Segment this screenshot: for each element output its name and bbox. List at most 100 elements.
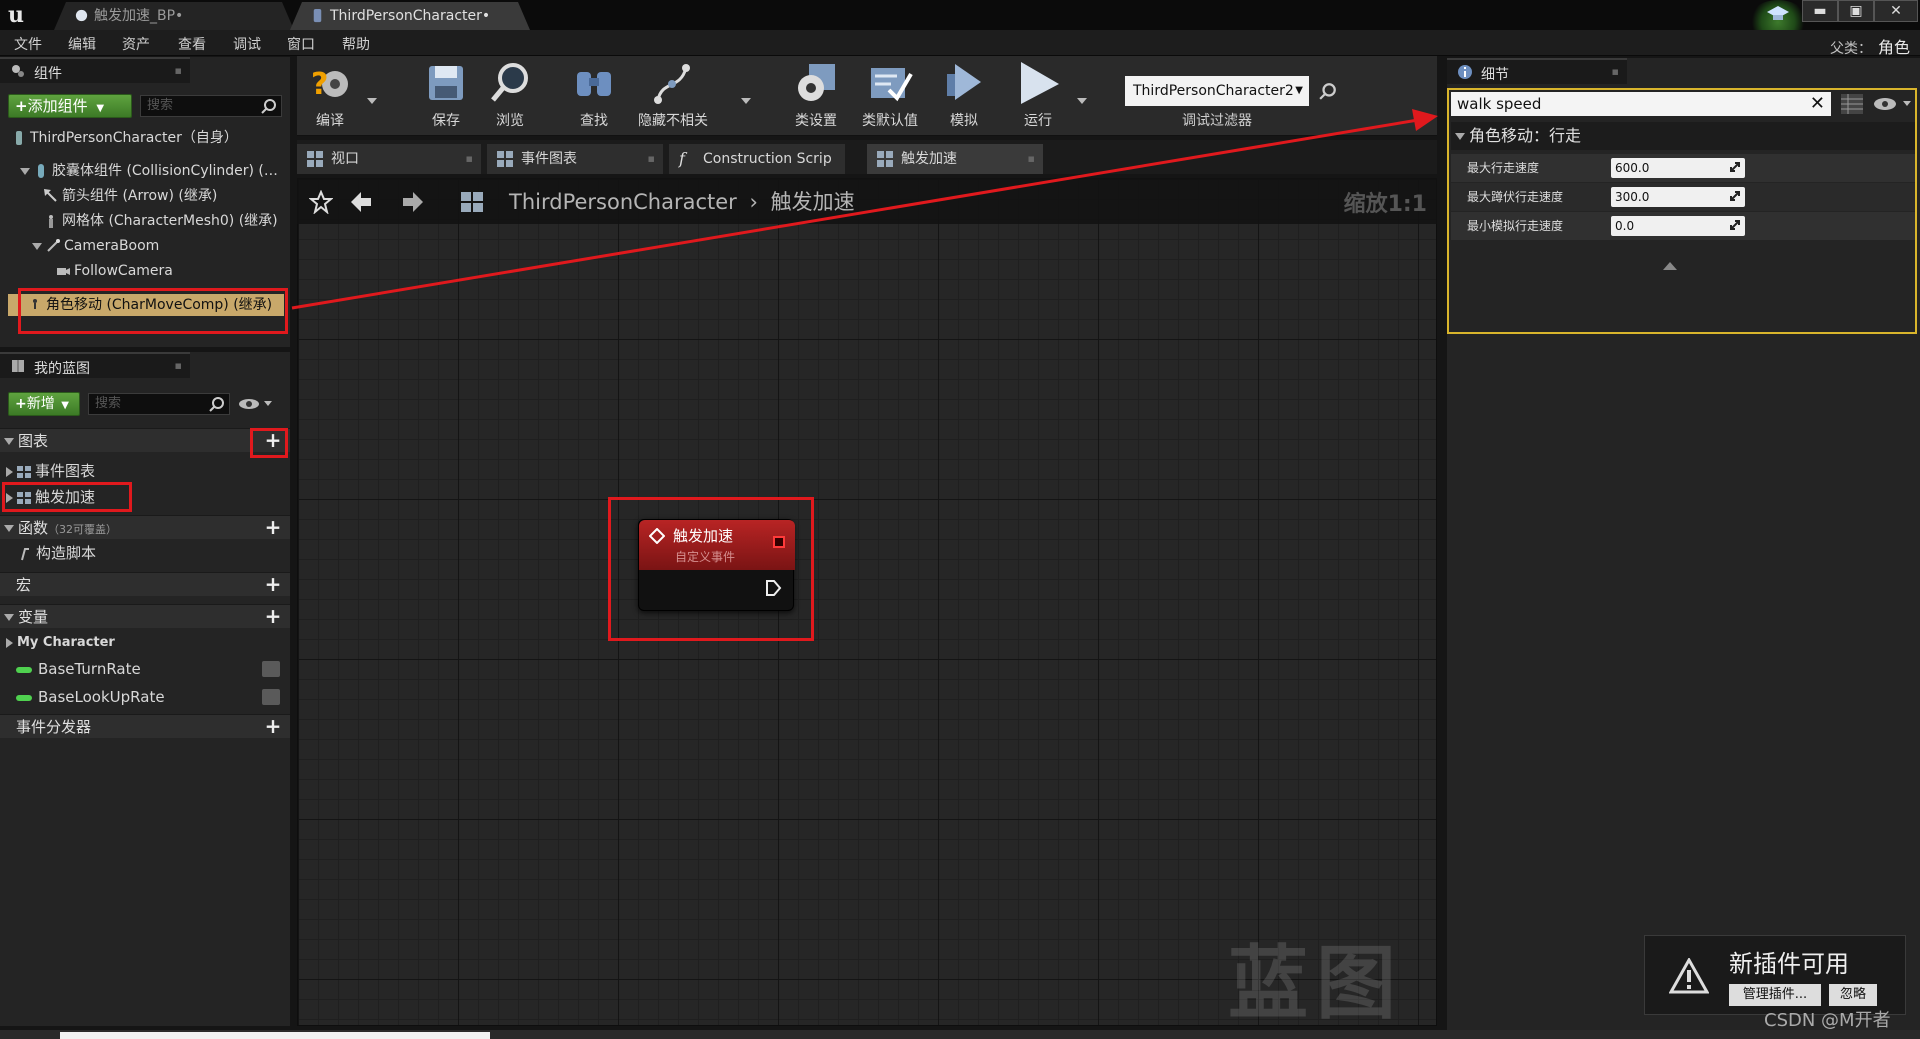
menu-window[interactable]: 窗口 [287, 34, 315, 54]
graph-item-boost[interactable]: 触发加速 [6, 486, 286, 508]
save-button[interactable]: 保存 [413, 60, 479, 132]
graph-item-event-graph[interactable]: 事件图表 [6, 460, 286, 482]
parent-class-value[interactable]: 角色 [1878, 38, 1910, 57]
component-follow-camera[interactable]: FollowCamera [56, 260, 288, 282]
chevron-down-icon[interactable] [1077, 96, 1087, 106]
functions-section[interactable]: 函数（32可覆盖） + [0, 515, 290, 539]
simulate-button[interactable]: 模拟 [931, 60, 997, 132]
expand-arrow-icon[interactable] [4, 525, 14, 532]
class-settings-button[interactable]: 类设置 [783, 60, 849, 132]
debug-object-select[interactable]: ThirdPersonCharacter2 ▼ [1125, 76, 1309, 106]
delegate-pin-icon[interactable] [773, 536, 785, 548]
my-blueprint-tab[interactable]: 我的蓝图 ▪ [0, 352, 190, 378]
menu-help[interactable]: 帮助 [342, 34, 370, 54]
tab-boost[interactable]: 触发加速 ▪ [867, 144, 1043, 174]
breadcrumb-root[interactable]: ThirdPersonCharacter [509, 190, 737, 214]
menu-file[interactable]: 文件 [14, 34, 42, 54]
debug-search-icon[interactable] [1319, 82, 1337, 100]
add-component-button[interactable]: +添加组件 ▼ [8, 94, 132, 118]
add-event-dispatcher-button[interactable]: + [264, 716, 282, 736]
add-graph-button[interactable]: + [264, 430, 282, 450]
max-walk-speed-input[interactable]: 600.0 [1611, 158, 1745, 178]
component-character-movement[interactable]: 角色移动 (CharMoveComp) (继承) [8, 294, 284, 316]
expand-arrow-icon[interactable] [32, 242, 42, 250]
new-item-button[interactable]: +新增 ▼ [8, 392, 80, 416]
close-button[interactable]: ✕ [1874, 0, 1918, 22]
view-options-eye-icon[interactable] [1871, 96, 1913, 112]
menu-edit[interactable]: 编辑 [68, 34, 96, 54]
expand-arrow-icon[interactable] [20, 167, 30, 175]
expand-arrow-icon[interactable] [1455, 133, 1465, 140]
add-macro-button[interactable]: + [264, 574, 282, 594]
class-defaults-button[interactable]: 类默认值 [857, 60, 923, 132]
expand-diagonal-icon[interactable] [1729, 161, 1741, 173]
component-camera-boom[interactable]: CameraBoom [32, 235, 288, 257]
variable-item[interactable]: BaseLookUpRate [16, 686, 286, 708]
chevron-down-icon[interactable] [367, 96, 377, 106]
collapse-advanced-icon[interactable] [1663, 262, 1677, 270]
min-analog-walk-speed-input[interactable]: 0.0 [1611, 216, 1745, 236]
component-arrow[interactable]: 箭头组件 (Arrow) (继承) [44, 185, 288, 207]
exec-output-pin-icon[interactable] [763, 578, 783, 598]
close-icon[interactable]: ▪ [1028, 144, 1035, 174]
blueprint-graph-canvas[interactable]: 蓝图 触发加速 自定义事件 [297, 178, 1437, 1030]
components-search-input[interactable]: 搜索 [140, 95, 282, 117]
components-tab[interactable]: 组件 ▪ [0, 57, 190, 83]
compile-button[interactable]: ? 编译 [297, 60, 363, 132]
my-blueprint-search-input[interactable]: 搜索 [88, 393, 230, 415]
expand-diagonal-icon[interactable] [1729, 190, 1741, 202]
visibility-toggle-icon[interactable] [262, 661, 280, 677]
category-character-movement-walking[interactable]: 角色移动：行走 [1451, 122, 1915, 150]
property-matrix-icon[interactable] [1841, 94, 1863, 114]
component-capsule[interactable]: 胶囊体组件 (CollisionCylinder) (继承) [20, 160, 288, 182]
expand-arrow-icon[interactable] [6, 467, 13, 477]
close-icon[interactable]: ▪ [1612, 65, 1619, 78]
manage-plugins-button[interactable]: 管理插件... [1729, 984, 1821, 1006]
component-root[interactable]: ThirdPersonCharacter（自身） [12, 127, 288, 149]
graduation-cap-icon[interactable] [1766, 4, 1790, 24]
expand-arrow-icon[interactable] [6, 493, 13, 503]
tab-event-graph[interactable]: 事件图表 ▪ [487, 144, 663, 174]
menu-asset[interactable]: 资产 [122, 34, 150, 54]
event-dispatchers-section[interactable]: 事件分发器 + [0, 714, 290, 738]
close-icon[interactable]: ▪ [466, 144, 473, 174]
document-tab-boost-bp[interactable]: 触发加速_BP• [54, 2, 294, 30]
favorite-star-icon[interactable] [309, 190, 333, 214]
minimize-button[interactable]: ▬ [1802, 0, 1838, 22]
variable-category-my-character[interactable]: My Character [6, 632, 286, 654]
macros-section[interactable]: 宏 + [0, 572, 290, 596]
close-icon[interactable]: ▪ [175, 64, 182, 77]
expand-arrow-icon[interactable] [6, 637, 13, 648]
details-search-input[interactable]: walk speed ✕ [1451, 92, 1831, 116]
expand-arrow-icon[interactable] [4, 614, 14, 621]
document-tab-third-person-character[interactable]: ThirdPersonCharacter• [290, 2, 530, 30]
visibility-toggle-icon[interactable] [262, 689, 280, 705]
custom-event-node[interactable]: 触发加速 自定义事件 [638, 519, 795, 611]
tab-viewport[interactable]: 视口 ▪ [297, 144, 481, 174]
close-icon[interactable]: ▪ [648, 144, 655, 174]
tab-construction-script[interactable]: f Construction Scrip [669, 144, 845, 174]
play-button[interactable]: 运行 [1005, 60, 1071, 132]
graphs-section[interactable]: 图表 + [0, 428, 290, 452]
back-arrow-icon[interactable] [349, 190, 373, 214]
variables-section[interactable]: 变量 + [0, 604, 290, 628]
function-item-construction-script[interactable]: 构造脚本 [18, 542, 286, 564]
menu-debug[interactable]: 调试 [233, 34, 261, 54]
browse-button[interactable]: 浏览 [477, 60, 543, 132]
forward-arrow-icon[interactable] [401, 190, 425, 214]
view-options-eye-icon[interactable] [238, 396, 274, 412]
chevron-down-icon[interactable] [741, 96, 751, 106]
expand-diagonal-icon[interactable] [1729, 219, 1741, 231]
add-variable-button[interactable]: + [264, 606, 282, 626]
add-function-button[interactable]: + [264, 517, 282, 537]
menu-view[interactable]: 查看 [178, 34, 206, 54]
component-mesh[interactable]: 网格体 (CharacterMesh0) (继承) [44, 210, 288, 232]
clear-search-icon[interactable]: ✕ [1810, 92, 1825, 116]
maximize-button[interactable]: ▣ [1838, 0, 1874, 22]
expand-arrow-icon[interactable] [4, 438, 14, 445]
find-button[interactable]: 查找 [561, 60, 627, 132]
hide-unrelated-button[interactable]: 隐藏不相关 [627, 60, 719, 132]
max-crouch-walk-speed-input[interactable]: 300.0 [1611, 187, 1745, 207]
details-tab[interactable]: 细节 ▪ [1447, 58, 1627, 84]
ignore-button[interactable]: 忽略 [1829, 984, 1877, 1006]
